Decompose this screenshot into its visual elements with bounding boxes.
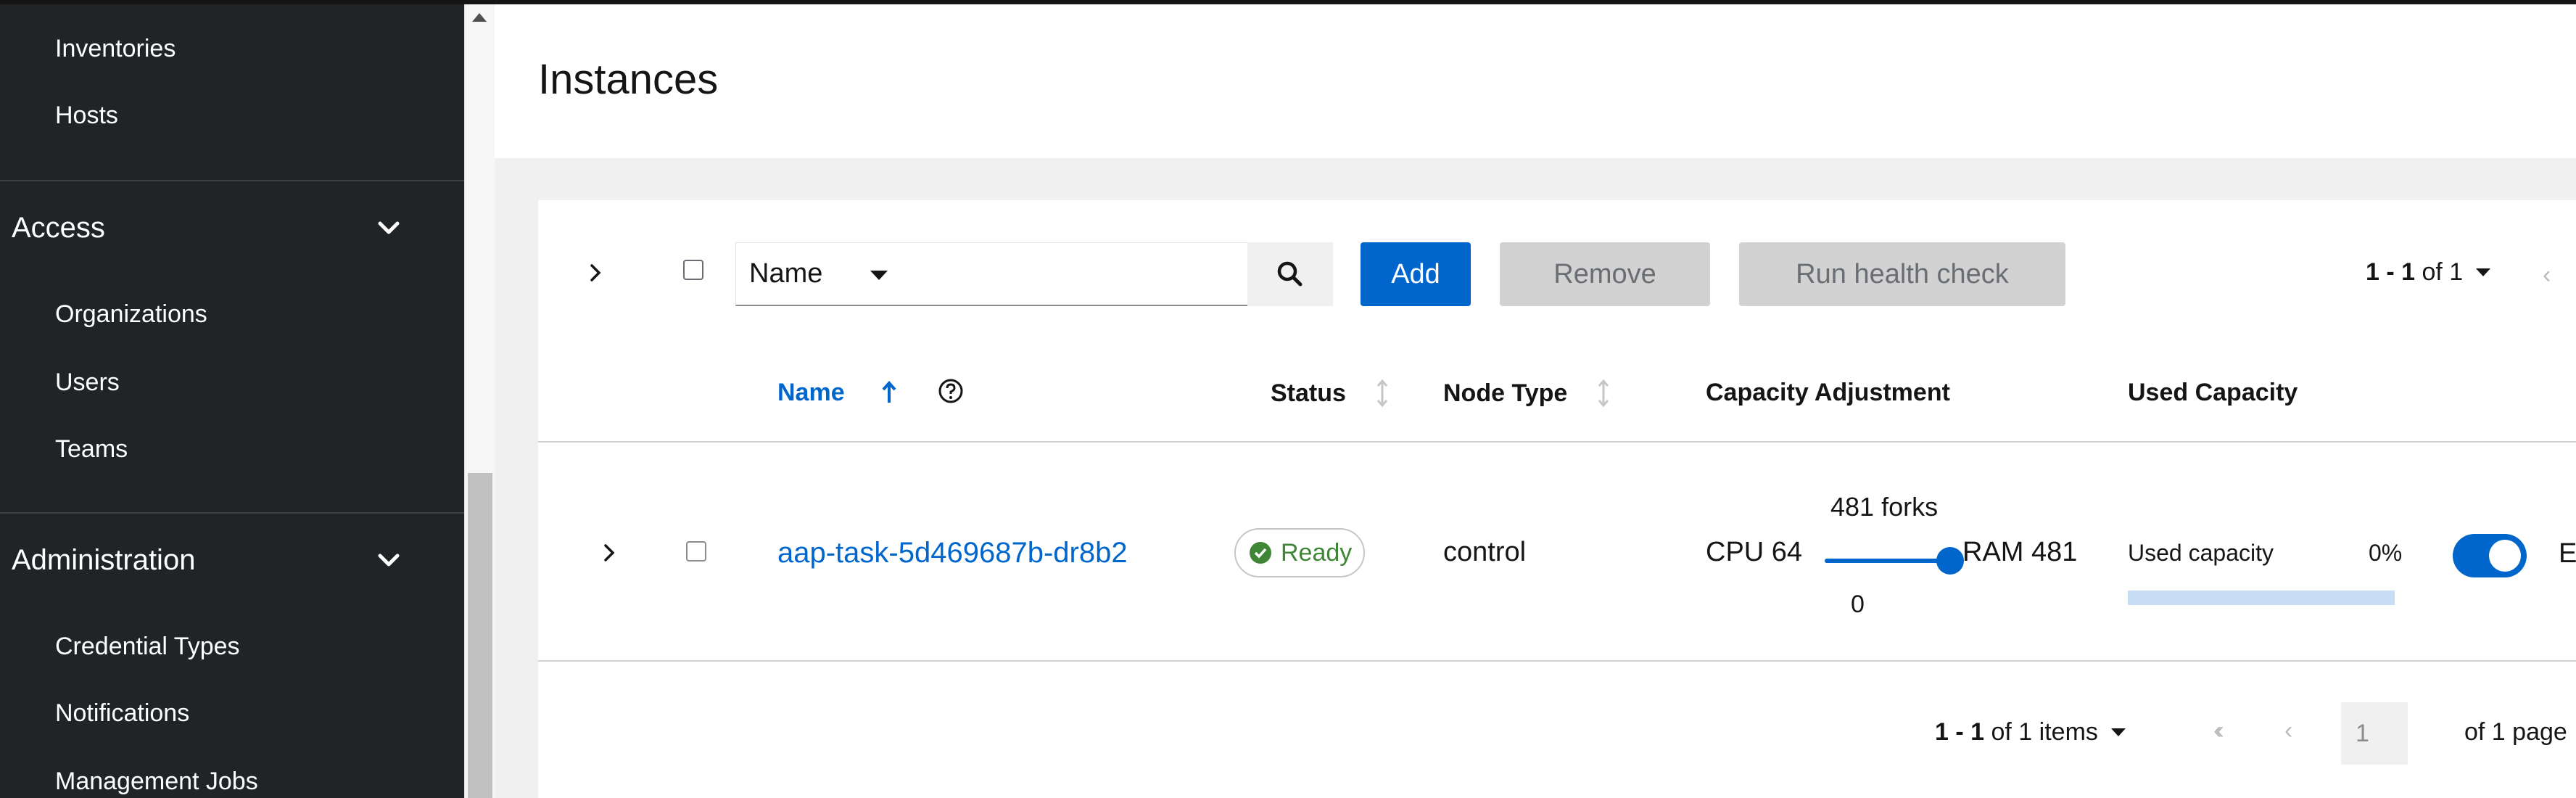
sidebar-item-organizations[interactable]: Organizations: [55, 300, 207, 329]
used-capacity-percent: 0%: [2369, 540, 2403, 566]
status-badge: Ready: [1234, 528, 1365, 577]
column-header-node-type-label: Node Type: [1443, 379, 1568, 407]
sidebar-item-notifications[interactable]: Notifications: [55, 699, 189, 728]
sort-ascending-icon: [882, 380, 896, 403]
pagination-range: 1 - 1: [2366, 258, 2416, 286]
column-header-name[interactable]: Name: [777, 379, 899, 407]
sort-icon: [1598, 379, 1609, 408]
sidebar-group-label: Access: [12, 212, 105, 244]
previous-page-icon[interactable]: ‹: [2284, 717, 2292, 745]
sidebar-group-administration[interactable]: Administration: [12, 544, 403, 577]
capacity-slider-thumb[interactable]: [1936, 547, 1964, 575]
caret-down-icon: [2110, 728, 2126, 736]
column-header-status-label: Status: [1271, 379, 1346, 407]
sort-icon: [1376, 379, 1388, 408]
sidebar-item-users[interactable]: Users: [55, 369, 120, 397]
pagination-of: of 1: [2422, 258, 2464, 286]
sidebar-group-label: Administration: [12, 544, 196, 576]
select-all-checkbox[interactable]: [683, 260, 703, 280]
row-select-checkbox[interactable]: [686, 541, 706, 562]
sidebar-divider: [0, 180, 464, 181]
column-header-name-label: Name: [777, 379, 845, 406]
sidebar-divider: [0, 512, 464, 514]
chevron-down-icon: [378, 554, 400, 566]
enabled-toggle-label: E: [2559, 538, 2576, 569]
check-circle-icon: [1250, 542, 1271, 564]
sidebar-item-hosts[interactable]: Hosts: [55, 102, 118, 130]
column-header-status[interactable]: Status: [1271, 379, 1390, 408]
row-expand-chevron-right-icon[interactable]: [599, 543, 619, 563]
toggle-knob: [2489, 540, 2521, 572]
search-input[interactable]: [914, 242, 1247, 306]
main-content: Instances Name Add Remove Run health che…: [495, 4, 2576, 798]
instances-table-card: Name Add Remove Run health check 1 - 1 o…: [538, 200, 2576, 798]
current-page-input[interactable]: [2341, 702, 2408, 765]
run-health-check-button[interactable]: Run health check: [1739, 242, 2065, 306]
node-type-value: control: [1443, 537, 1527, 567]
pagination-items: of 1 items: [1991, 718, 2098, 746]
instance-name-link[interactable]: aap-task-5d469687b-dr8b2: [777, 537, 1128, 569]
pagination-top-toggle[interactable]: 1 - 1 of 1 ‹: [2366, 258, 2551, 289]
first-page-icon[interactable]: ‹‹: [2213, 717, 2224, 745]
sidebar-item-inventories[interactable]: Inventories: [55, 35, 176, 63]
sidebar-scrollbar[interactable]: [464, 4, 495, 798]
status-label: Ready: [1281, 538, 1353, 567]
help-icon[interactable]: [937, 377, 965, 405]
remove-button[interactable]: Remove: [1500, 242, 1710, 306]
used-capacity-label: Used capacity: [2128, 540, 2274, 566]
pagination-range: 1 - 1: [1935, 718, 1985, 746]
previous-page-icon[interactable]: ‹: [2543, 261, 2551, 289]
used-capacity-progress-bar: [2128, 591, 2395, 605]
enabled-toggle[interactable]: [2453, 534, 2527, 577]
forks-value: 481 forks: [1830, 492, 1939, 522]
caret-down-icon: [870, 271, 888, 280]
scrollbar-thumb[interactable]: [468, 473, 492, 798]
row-separator: [538, 441, 2576, 443]
chevron-down-icon: [378, 221, 400, 234]
page-count: of 1 page: [2464, 718, 2567, 746]
sidebar: Inventories Hosts Access Organizations U…: [0, 4, 464, 798]
filter-field-select[interactable]: Name: [735, 242, 914, 306]
capacity-slider-track[interactable]: [1825, 559, 1947, 563]
search-button[interactable]: [1247, 242, 1333, 306]
column-header-node-type[interactable]: Node Type: [1443, 379, 1611, 408]
row-separator: [538, 660, 2576, 662]
sidebar-item-management-jobs[interactable]: Management Jobs: [55, 768, 258, 796]
page-title: Instances: [538, 56, 719, 103]
caret-down-icon: [2476, 268, 2491, 276]
scroll-up-arrow-icon[interactable]: [472, 13, 487, 22]
column-header-capacity-adjustment: Capacity Adjustment: [1706, 379, 1950, 406]
pagination-bottom-toggle[interactable]: 1 - 1 of 1 items: [1935, 718, 2126, 746]
ram-label: RAM 481: [1962, 537, 2078, 567]
sidebar-group-access[interactable]: Access: [12, 212, 403, 244]
column-header-used-capacity: Used Capacity: [2128, 379, 2298, 406]
page-header: Instances: [495, 4, 2576, 158]
add-button[interactable]: Add: [1361, 242, 1471, 306]
search-icon: [1277, 261, 1303, 287]
cpu-label: CPU 64: [1706, 537, 1803, 567]
filter-field-value: Name: [749, 258, 823, 289]
sidebar-item-credential-types[interactable]: Credential Types: [55, 633, 240, 661]
sidebar-item-teams[interactable]: Teams: [55, 435, 128, 464]
slider-min-label: 0: [1851, 591, 1865, 618]
expand-all-chevron-right-icon[interactable]: [585, 262, 606, 284]
